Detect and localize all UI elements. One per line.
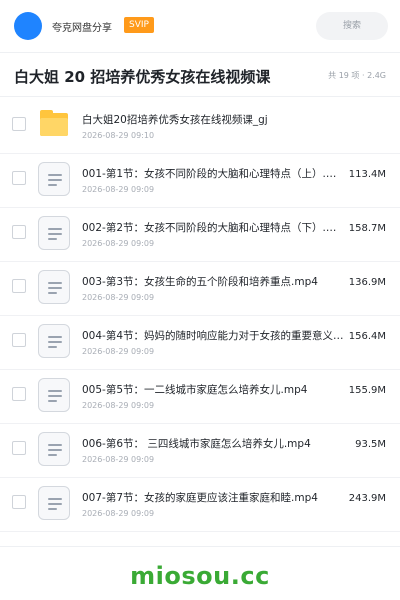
file-icon [38, 162, 70, 196]
list-item-folder[interactable]: 白大姐20招培养优秀女孩在线视频课_gj 2026-08-29 09:10 [0, 100, 400, 154]
avatar[interactable] [14, 12, 42, 40]
file-date: 2026-08-29 09:09 [82, 347, 155, 356]
file-icon [38, 432, 70, 466]
file-name[interactable]: 002-第2节：女孩不同阶段的大脑和心理特点（下）.mp4 [82, 220, 344, 235]
file-icon [38, 216, 70, 250]
page-title: 白大姐 20 招培养优秀女孩在线视频课 [14, 68, 271, 86]
title-bar: 白大姐 20 招培养优秀女孩在线视频课 共 19 项 · 2.4G [0, 56, 400, 96]
list-item[interactable]: 002-第2节：女孩不同阶段的大脑和心理特点（下）.mp4 2026-08-29… [0, 208, 400, 262]
list-item[interactable]: 003-第3节：女孩生命的五个阶段和培养重点.mp4 2026-08-29 09… [0, 262, 400, 316]
file-icon [38, 486, 70, 520]
checkbox[interactable] [12, 117, 26, 131]
search-input[interactable]: 搜索 [316, 12, 388, 40]
checkbox[interactable] [12, 387, 26, 401]
file-name[interactable]: 003-第3节：女孩生命的五个阶段和培养重点.mp4 [82, 274, 344, 289]
file-size: 156.4M [348, 331, 386, 342]
checkbox[interactable] [12, 225, 26, 239]
file-date: 2026-08-29 09:09 [82, 509, 155, 518]
svip-badge[interactable]: SVIP [124, 17, 154, 33]
list-item[interactable]: 001-第1节：女孩不同阶段的大脑和心理特点（上）.mp4 2026-08-29… [0, 154, 400, 208]
file-name[interactable]: 白大姐20招培养优秀女孩在线视频课_gj [82, 112, 382, 127]
file-date: 2026-08-29 09:09 [82, 239, 155, 248]
file-size: 93.5M [355, 439, 386, 450]
file-date: 2026-08-29 09:09 [82, 293, 155, 302]
title-divider [0, 96, 400, 97]
file-date: 2026-08-29 09:09 [82, 455, 155, 464]
file-size: 113.4M [348, 169, 386, 180]
footer-divider [0, 546, 400, 547]
file-name[interactable]: 006-第6节： 三四线城市家庭怎么培养女儿.mp4 [82, 436, 344, 451]
file-icon [38, 324, 70, 358]
checkbox[interactable] [12, 279, 26, 293]
checkbox[interactable] [12, 333, 26, 347]
file-size: 158.7M [348, 223, 386, 234]
file-name[interactable]: 007-第7节：女孩的家庭更应该注重家庭和睦.mp4 [82, 490, 344, 505]
list-item[interactable]: 004-第4节：妈妈的随时响应能力对于女孩的重要意义.mp4 2026-08-2… [0, 316, 400, 370]
file-date: 2026-08-29 09:09 [82, 185, 155, 194]
folder-icon [40, 110, 68, 136]
file-date: 2026-08-29 09:10 [82, 131, 155, 140]
list-item[interactable]: 006-第6节： 三四线城市家庭怎么培养女儿.mp4 2026-08-29 09… [0, 424, 400, 478]
header: 夸克网盘分享 SVIP 搜索 [0, 0, 400, 52]
item-count: 共 19 项 · 2.4G [328, 71, 386, 80]
header-divider [0, 52, 400, 53]
file-name[interactable]: 005-第5节：一二线城市家庭怎么培养女儿.mp4 [82, 382, 344, 397]
file-icon [38, 378, 70, 412]
file-size: 155.9M [348, 385, 386, 396]
site-name: 夸克网盘分享 [52, 23, 112, 34]
file-icon [38, 270, 70, 304]
file-date: 2026-08-29 09:09 [82, 401, 155, 410]
watermark: miosou.cc [130, 562, 270, 590]
checkbox[interactable] [12, 441, 26, 455]
checkbox[interactable] [12, 495, 26, 509]
list-item[interactable]: 005-第5节：一二线城市家庭怎么培养女儿.mp4 2026-08-29 09:… [0, 370, 400, 424]
file-name[interactable]: 001-第1节：女孩不同阶段的大脑和心理特点（上）.mp4 [82, 166, 344, 181]
checkbox[interactable] [12, 171, 26, 185]
file-size: 243.9M [348, 493, 386, 504]
list-item[interactable]: 007-第7节：女孩的家庭更应该注重家庭和睦.mp4 2026-08-29 09… [0, 478, 400, 532]
file-name[interactable]: 004-第4节：妈妈的随时响应能力对于女孩的重要意义.mp4 [82, 328, 344, 343]
file-size: 136.9M [348, 277, 386, 288]
